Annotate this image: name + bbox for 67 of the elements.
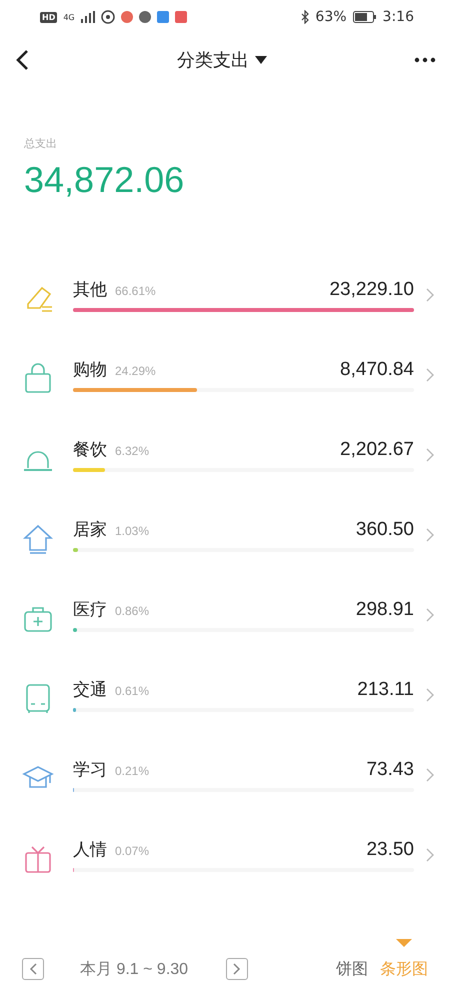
app-icon: [120, 11, 133, 23]
category-name: 医疗: [73, 599, 107, 621]
category-name: 学习: [73, 759, 107, 781]
chevron-icon: [426, 768, 434, 782]
category-name: 购物: [73, 359, 107, 381]
app-icon: [174, 11, 187, 23]
next-button[interactable]: [226, 958, 248, 980]
page-title[interactable]: 分类支出: [177, 48, 249, 72]
chevron-icon: [426, 848, 434, 862]
category-name: 交通: [73, 679, 107, 701]
total-label: 总支出: [24, 136, 58, 151]
house-icon: [22, 522, 54, 554]
selected-indicator-icon: [396, 938, 412, 946]
category-share: 24.29%: [115, 364, 156, 378]
category-name: 人情: [73, 839, 107, 861]
category-name: 餐饮: [73, 439, 107, 461]
previous-button[interactable]: [22, 958, 44, 980]
category-share: 0.86%: [115, 604, 150, 618]
chart-type-tab[interactable]: 饼图: [336, 958, 368, 980]
signal-icon: [80, 11, 95, 23]
total-amount: 34,872.06: [24, 159, 186, 201]
category-amount: 298.91: [356, 599, 414, 621]
category-share: 1.03%: [115, 524, 150, 538]
battery-percent: 63%: [315, 9, 347, 25]
category-share: 0.21%: [115, 764, 150, 778]
category-row[interactable]: 购物 24.29% 8,470.84: [0, 358, 450, 438]
category-row[interactable]: 医疗 0.86% 298.91: [0, 598, 450, 678]
category-amount: 8,470.84: [340, 359, 414, 381]
category-amount: 23.50: [366, 839, 414, 861]
category-name: 居家: [73, 519, 107, 541]
category-row[interactable]: 其他 66.61% 23,229.10: [0, 278, 450, 358]
category-row[interactable]: 人情 0.07% 23.50: [0, 838, 450, 918]
category-row[interactable]: 学习 0.21% 73.43: [0, 758, 450, 838]
hotspot-icon: [100, 10, 115, 24]
category-name: 其他: [73, 279, 107, 301]
chevron-icon: [426, 608, 434, 622]
back-icon[interactable]: [14, 49, 30, 71]
category-row[interactable]: 餐饮 6.32% 2,202.67: [0, 438, 450, 518]
more-icon[interactable]: [414, 57, 436, 63]
chevron-left-icon: [29, 963, 37, 975]
category-amount: 73.43: [366, 759, 414, 781]
hd-badge: HD: [40, 12, 58, 22]
app-icon: [156, 11, 169, 23]
category-share: 0.07%: [115, 844, 150, 858]
chevron-right-icon: [233, 963, 242, 975]
category-share: 6.32%: [115, 444, 150, 458]
category-amount: 23,229.10: [329, 279, 414, 301]
bluetooth-icon: [301, 10, 310, 24]
category-row[interactable]: 居家 1.03% 360.50: [0, 518, 450, 598]
chevron-icon: [426, 448, 434, 462]
period-label: 本月 9.1 ~ 9.30: [80, 960, 188, 980]
battery-icon: [352, 11, 377, 23]
chevron-icon: [426, 288, 434, 302]
category-amount: 213.11: [357, 679, 414, 701]
clock: 3:16: [382, 9, 414, 25]
dropdown-caret-icon[interactable]: [255, 56, 267, 64]
category-row[interactable]: 交通 0.61% 213.11: [0, 678, 450, 758]
bag-icon: [22, 362, 54, 394]
chevron-icon: [426, 688, 434, 702]
category-amount: 360.50: [356, 519, 414, 541]
category-amount: 2,202.67: [340, 439, 414, 461]
app-icon: [138, 11, 151, 23]
chevron-icon: [426, 528, 434, 542]
category-share: 0.61%: [115, 684, 150, 698]
chevron-icon: [426, 368, 434, 382]
network-label: 4G: [63, 12, 75, 22]
category-share: 66.61%: [115, 284, 156, 298]
